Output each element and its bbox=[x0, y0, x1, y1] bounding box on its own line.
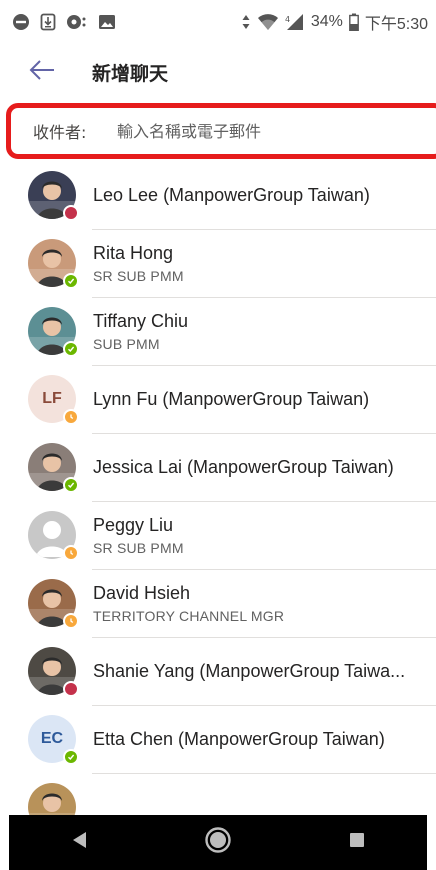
available-presence-icon bbox=[63, 341, 79, 357]
nav-home-button[interactable] bbox=[188, 821, 248, 865]
away-presence-icon bbox=[63, 613, 79, 629]
triangle-back-icon bbox=[70, 830, 88, 855]
download-icon bbox=[40, 13, 56, 31]
battery-icon bbox=[348, 13, 359, 31]
avatar bbox=[28, 171, 79, 221]
avatar bbox=[28, 579, 79, 629]
nav-recents-button[interactable] bbox=[327, 821, 387, 865]
avatar: LF bbox=[28, 375, 79, 425]
busy-presence-icon bbox=[63, 205, 79, 221]
avatar-initials: LF bbox=[42, 390, 62, 407]
avatar bbox=[28, 511, 79, 561]
avatar bbox=[28, 443, 79, 493]
contact-row[interactable]: Peggy Liu SR SUB PMM bbox=[0, 501, 436, 569]
contact-row[interactable]: LF Lynn Fu (ManpowerGroup Taiwan) bbox=[0, 365, 436, 433]
contact-name: David Hsieh bbox=[93, 582, 191, 603]
settings-dot-icon bbox=[66, 13, 88, 31]
available-presence-icon bbox=[63, 477, 79, 493]
contact-text: Etta Chen (ManpowerGroup Taiwan) bbox=[93, 729, 428, 750]
contact-name: Lynn Fu (ManpowerGroup Taiwan) bbox=[93, 388, 370, 409]
contact-text: David Hsieh TERRITORY CHANNEL MGR bbox=[93, 583, 428, 624]
data-transfer-icon bbox=[241, 13, 251, 31]
system-navigation-bar bbox=[9, 815, 427, 870]
status-bar: 4 34% 下午5:30 bbox=[0, 0, 436, 44]
contact-row[interactable]: EC Etta Chen (ManpowerGroup Taiwan) bbox=[0, 705, 436, 773]
square-recents-icon bbox=[349, 832, 365, 853]
contact-row[interactable]: Jessica Lai (ManpowerGroup Taiwan) bbox=[0, 433, 436, 501]
contact-row[interactable]: Tiffany Chiu SUB PMM bbox=[0, 297, 436, 365]
contact-name: Shanie Yang (ManpowerGroup Taiwa... bbox=[93, 660, 406, 681]
contact-row[interactable]: Leo Lee (ManpowerGroup Taiwan) bbox=[0, 161, 436, 229]
contact-title: SR SUB PMM bbox=[93, 267, 184, 284]
contact-title: SR SUB PMM bbox=[93, 539, 184, 556]
recipient-label: 收件者: bbox=[33, 123, 87, 142]
contact-name: Etta Chen (ManpowerGroup Taiwan) bbox=[93, 728, 385, 749]
contact-name: Tiffany Chiu bbox=[93, 310, 189, 331]
image-icon bbox=[98, 13, 116, 31]
available-presence-icon bbox=[63, 273, 79, 289]
available-presence-icon bbox=[63, 749, 79, 765]
contact-text: Shanie Yang (ManpowerGroup Taiwa... bbox=[93, 661, 428, 682]
contact-name: Rita Hong bbox=[93, 242, 174, 263]
contact-name: Jessica Lai (ManpowerGroup Taiwan) bbox=[93, 456, 394, 477]
contact-row[interactable]: Shanie Yang (ManpowerGroup Taiwa... bbox=[0, 637, 436, 705]
circle-home-icon bbox=[204, 826, 232, 859]
svg-text:4: 4 bbox=[285, 15, 290, 24]
contact-text: Rita Hong SR SUB PMM bbox=[93, 243, 428, 284]
avatar-initials: EC bbox=[40, 730, 64, 747]
contact-text: Jessica Lai (ManpowerGroup Taiwan) bbox=[93, 457, 428, 478]
contact-row[interactable]: David Hsieh TERRITORY CHANNEL MGR bbox=[0, 569, 436, 637]
clock: 下午5:30 bbox=[364, 16, 428, 33]
recipient-field[interactable]: 收件者: bbox=[6, 103, 436, 159]
away-presence-icon bbox=[63, 409, 79, 425]
contact-text: Peggy Liu SR SUB PMM bbox=[93, 515, 428, 556]
nav-back-button[interactable] bbox=[49, 821, 109, 865]
page-title: 新增聊天 bbox=[92, 62, 169, 85]
battery-percent: 34% bbox=[310, 13, 343, 30]
contact-text: Leo Lee (ManpowerGroup Taiwan) bbox=[93, 185, 428, 206]
recipient-input[interactable] bbox=[115, 120, 419, 142]
contact-title: TERRITORY CHANNEL MGR bbox=[93, 607, 285, 624]
avatar: EC bbox=[28, 715, 79, 765]
avatar bbox=[28, 647, 79, 697]
signal-icon: 4 bbox=[285, 13, 305, 31]
back-button[interactable] bbox=[20, 50, 64, 94]
contact-title: SUB PMM bbox=[93, 335, 160, 352]
contact-text: Tiffany Chiu SUB PMM bbox=[93, 311, 428, 352]
wifi-icon bbox=[257, 13, 279, 31]
contact-name: Peggy Liu bbox=[93, 514, 174, 535]
app-header: 新增聊天 bbox=[0, 44, 436, 100]
avatar bbox=[28, 307, 79, 357]
do-not-disturb-icon bbox=[12, 13, 30, 31]
busy-presence-icon bbox=[63, 681, 79, 697]
contact-list: Leo Lee (ManpowerGroup Taiwan) Rita Hong S… bbox=[0, 161, 436, 841]
contact-text: Lynn Fu (ManpowerGroup Taiwan) bbox=[93, 389, 428, 410]
contact-row[interactable]: Rita Hong SR SUB PMM bbox=[0, 229, 436, 297]
contact-name: Leo Lee (ManpowerGroup Taiwan) bbox=[93, 184, 370, 205]
away-presence-icon bbox=[63, 545, 79, 561]
arrow-left-icon bbox=[28, 59, 56, 86]
avatar bbox=[28, 239, 79, 289]
